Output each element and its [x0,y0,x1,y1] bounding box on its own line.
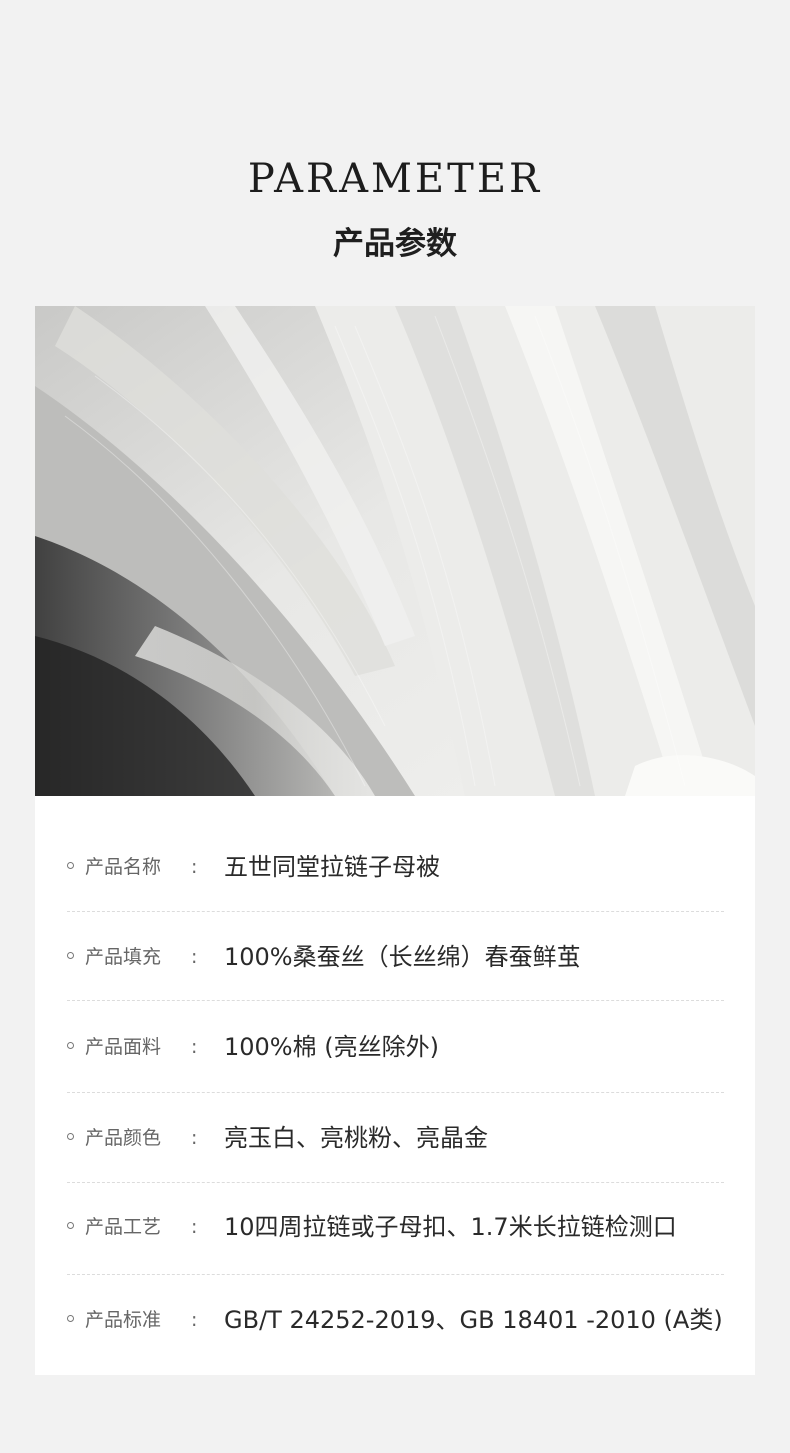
parameter-value: 100%桑蚕丝（长丝绵）春蚕鲜茧 [224,943,581,971]
parameter-row-name: 产品名称 : 五世同堂拉链子母被 [67,847,724,887]
colon-separator: : [191,1036,198,1058]
parameter-label: 产品工艺 [85,1216,162,1238]
parameter-value: 100%棉 (亮丝除外) [224,1033,439,1061]
colon-separator: : [191,1127,198,1149]
bullet-circle-icon [67,862,74,869]
bullet-circle-icon [67,1042,74,1049]
parameter-value: 10四周拉链或子母扣、1.7米长拉链检测口 [224,1213,677,1241]
parameter-row-filling: 产品填充 : 100%桑蚕丝（长丝绵）春蚕鲜茧 [67,937,724,977]
parameter-row-standard: 产品标准 : GB/T 24252-2019、GB 18401 -2010 (A… [67,1300,724,1340]
colon-separator: : [191,946,198,968]
parameter-label: 产品面料 [85,1036,162,1058]
row-divider [67,911,724,912]
parameter-value: 五世同堂拉链子母被 [224,853,440,881]
bullet-circle-icon [67,1133,74,1140]
heading-chinese: 产品参数 [333,226,457,262]
parameter-card: 产品名称 : 五世同堂拉链子母被 产品填充 : 100%桑蚕丝（长丝绵）春蚕鲜茧… [35,306,755,1375]
parameter-value: GB/T 24252-2019、GB 18401 -2010 (A类) [224,1306,723,1334]
bullet-circle-icon [67,952,74,959]
parameter-label: 产品颜色 [85,1127,162,1149]
row-divider [67,1000,724,1001]
colon-separator: : [191,1216,198,1238]
colon-separator: : [191,856,198,878]
row-divider [67,1092,724,1093]
parameter-value: 亮玉白、亮桃粉、亮晶金 [224,1124,488,1152]
heading-english: PARAMETER [247,155,543,202]
parameter-label: 产品名称 [85,856,162,878]
fabric-photo [35,306,755,796]
colon-separator: : [191,1309,198,1331]
bullet-circle-icon [67,1222,74,1229]
parameter-row-craft: 产品工艺 : 10四周拉链或子母扣、1.7米长拉链检测口 [67,1207,724,1247]
row-divider [67,1274,724,1275]
parameter-row-fabric: 产品面料 : 100%棉 (亮丝除外) [67,1027,724,1067]
white-silk-fabric-photo [35,306,755,796]
row-divider [67,1182,724,1183]
parameter-row-color: 产品颜色 : 亮玉白、亮桃粉、亮晶金 [67,1118,724,1158]
bullet-circle-icon [67,1315,74,1322]
parameter-label: 产品填充 [85,946,162,968]
parameter-label: 产品标准 [85,1309,162,1331]
